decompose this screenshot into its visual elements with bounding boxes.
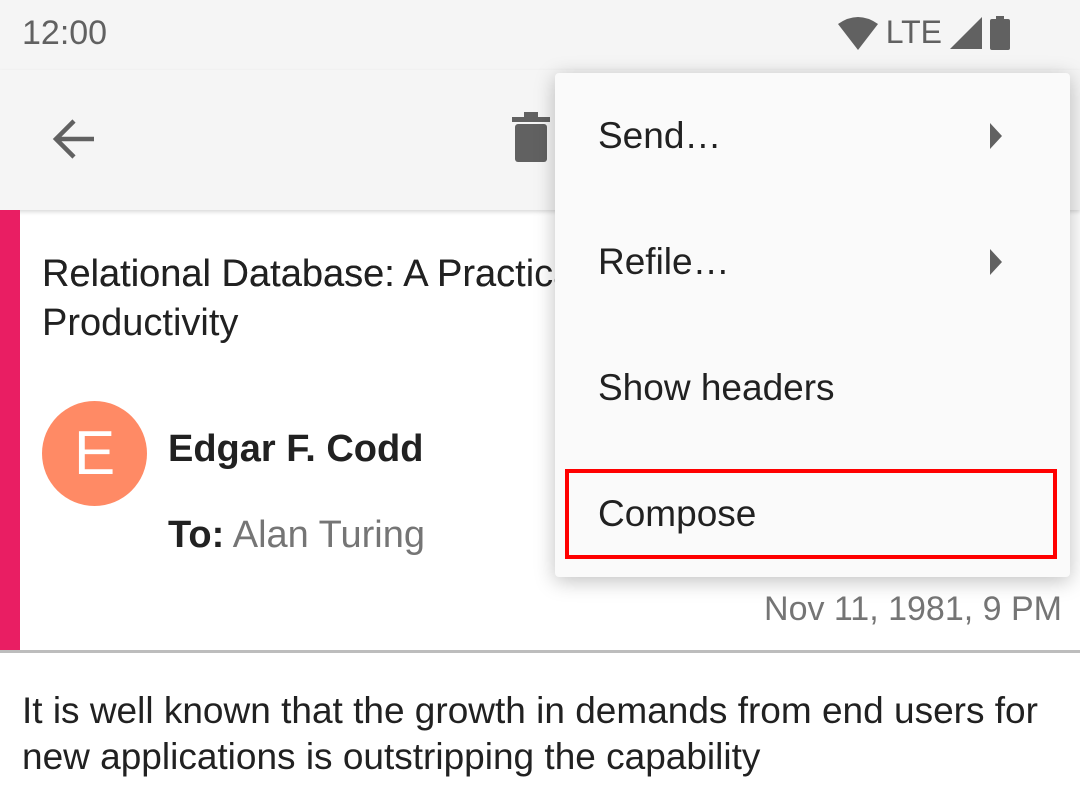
recipient-line: To: Alan Turing	[168, 514, 425, 557]
overflow-menu: Send… Refile… Show headers Compose	[555, 73, 1070, 577]
unread-accent-bar	[0, 210, 20, 650]
subject-line-1: Relational Database: A Prac	[42, 253, 516, 295]
menu-item-show-headers[interactable]: Show headers	[555, 325, 1070, 451]
divider	[0, 650, 1080, 653]
menu-item-label: Refile…	[598, 241, 730, 282]
subject-line-2: Productivity	[42, 302, 239, 344]
sender-name: Edgar F. Codd	[168, 428, 424, 470]
menu-item-label: Show headers	[598, 367, 835, 408]
back-arrow-icon[interactable]	[50, 115, 98, 163]
email-body: It is well known that the growth in dema…	[22, 690, 1038, 777]
submenu-arrow-icon	[990, 123, 1002, 149]
status-bar: 12:00 LTE	[0, 0, 1080, 70]
clock: 12:00	[22, 14, 108, 52]
signal-icon	[950, 16, 982, 49]
menu-item-send[interactable]: Send…	[555, 73, 1070, 199]
submenu-arrow-icon	[990, 249, 1002, 275]
wifi-icon	[837, 16, 878, 50]
email-date: Nov 11, 1981, 9 PM	[764, 590, 1062, 628]
network-type: LTE	[885, 14, 942, 50]
to-label: To:	[168, 514, 225, 556]
battery-icon	[990, 15, 1010, 50]
recipient-name: Alan Turing	[232, 514, 425, 556]
menu-item-refile[interactable]: Refile…	[555, 199, 1070, 325]
highlight-box	[565, 469, 1057, 559]
avatar: E	[42, 401, 147, 506]
delete-icon[interactable]	[512, 112, 550, 162]
menu-item-label: Send…	[598, 115, 722, 156]
